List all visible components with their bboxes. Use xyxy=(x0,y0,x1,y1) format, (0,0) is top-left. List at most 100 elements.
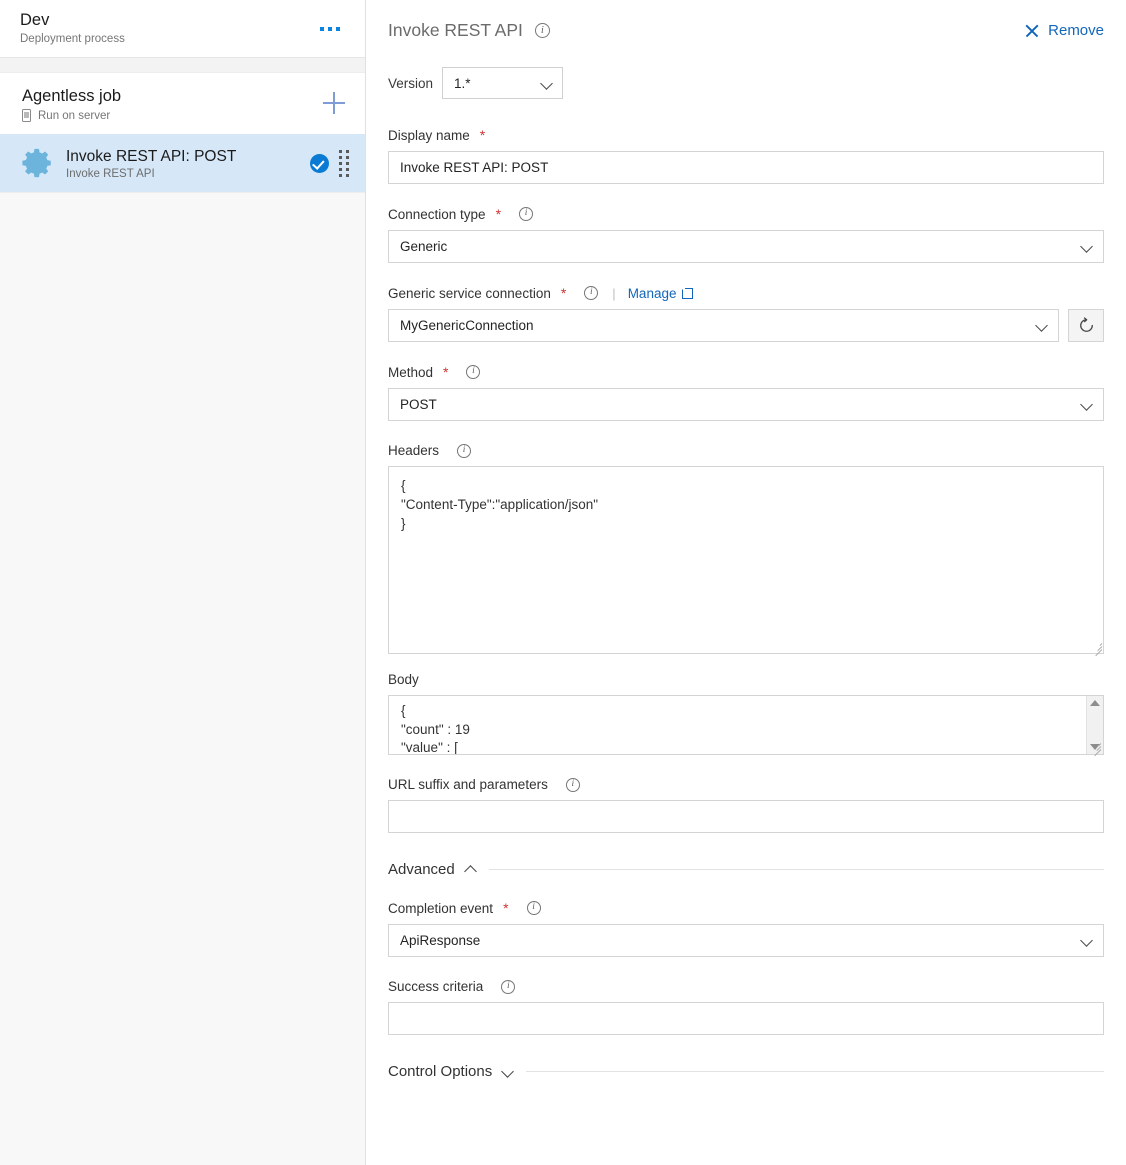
chevron-down-icon xyxy=(542,78,553,89)
body-scrollbar[interactable] xyxy=(1086,696,1103,754)
task-name: Invoke REST API: POST xyxy=(66,147,310,167)
body-textarea[interactable] xyxy=(389,696,1086,754)
task-form: Display name * Connection type * i Gener… xyxy=(366,99,1126,1080)
version-value: 1.* xyxy=(454,76,542,91)
plus-icon[interactable] xyxy=(321,90,347,116)
job-subtitle-row: Run on server xyxy=(22,109,321,122)
headers-label-row: Headers i xyxy=(388,443,1104,458)
manage-link[interactable]: Manage xyxy=(628,286,694,301)
advanced-section-header[interactable]: Advanced xyxy=(388,861,1104,878)
job-subtitle: Run on server xyxy=(38,110,110,122)
info-icon[interactable]: i xyxy=(501,980,515,994)
required-marker: * xyxy=(561,285,566,301)
info-icon[interactable]: i xyxy=(566,778,580,792)
sidebar-spacer xyxy=(0,58,365,72)
chevron-down-icon xyxy=(1082,399,1093,410)
info-icon[interactable]: i xyxy=(457,444,471,458)
required-marker: * xyxy=(443,364,448,380)
panel-header: Invoke REST API i Remove xyxy=(366,14,1126,41)
process-subtitle: Deployment process xyxy=(20,31,315,47)
gear-icon xyxy=(21,146,55,180)
body-label: Body xyxy=(388,672,419,687)
job-title: Agentless job xyxy=(22,86,321,106)
server-icon xyxy=(22,109,31,122)
headers-label: Headers xyxy=(388,443,439,458)
external-link-icon xyxy=(682,288,693,299)
info-icon[interactable]: i xyxy=(466,365,480,379)
close-icon xyxy=(1024,23,1039,38)
headers-textarea[interactable] xyxy=(388,466,1104,654)
agentless-job-card: Agentless job Run on server Invoke REST … xyxy=(0,72,365,193)
display-name-field: Display name * xyxy=(388,127,1104,184)
method-value: POST xyxy=(400,397,1082,412)
ellipsis-icon[interactable] xyxy=(315,17,345,41)
success-criteria-field: Success criteria i xyxy=(388,979,1104,1035)
refresh-button[interactable] xyxy=(1068,309,1104,342)
headers-textarea-wrap xyxy=(388,466,1104,654)
job-info: Agentless job Run on server xyxy=(22,86,321,122)
ellipsis-dot xyxy=(336,27,340,31)
required-marker: * xyxy=(503,900,508,916)
headers-field: Headers i xyxy=(388,443,1104,654)
url-suffix-label-row: URL suffix and parameters i xyxy=(388,777,1104,792)
section-divider xyxy=(489,869,1104,870)
required-marker: * xyxy=(496,206,501,222)
advanced-section-toggle[interactable]: Advanced xyxy=(388,861,478,878)
completion-event-select[interactable]: ApiResponse xyxy=(388,924,1104,957)
completion-event-label: Completion event xyxy=(388,901,493,916)
task-editor-page: Dev Deployment process Agentless job Run… xyxy=(0,0,1126,1165)
info-icon[interactable]: i xyxy=(519,207,533,221)
ellipsis-dot xyxy=(328,27,332,31)
connection-type-label-row: Connection type * i xyxy=(388,206,1104,222)
scroll-down-icon[interactable] xyxy=(1090,744,1100,750)
refresh-icon xyxy=(1078,317,1095,334)
deployment-process-header[interactable]: Dev Deployment process xyxy=(0,0,365,58)
chevron-down-icon xyxy=(1037,320,1048,331)
service-connection-select[interactable]: MyGenericConnection xyxy=(388,309,1059,342)
check-circle-icon xyxy=(310,154,329,173)
method-label-row: Method * i xyxy=(388,364,1104,380)
method-field: Method * i POST xyxy=(388,364,1104,421)
service-connection-label: Generic service connection xyxy=(388,286,551,301)
control-options-section-toggle[interactable]: Control Options xyxy=(388,1063,515,1080)
control-options-section-header[interactable]: Control Options xyxy=(388,1063,1104,1080)
connection-type-select[interactable]: Generic xyxy=(388,230,1104,263)
connection-type-field: Connection type * i Generic xyxy=(388,206,1104,263)
service-connection-label-row: Generic service connection * i | Manage xyxy=(388,285,1104,301)
page-title: Invoke REST API xyxy=(388,20,523,41)
chevron-down-icon xyxy=(1082,241,1093,252)
process-title: Dev xyxy=(20,11,315,30)
task-details-panel: Invoke REST API i Remove Version 1.* Dis… xyxy=(366,0,1126,1165)
scroll-up-icon[interactable] xyxy=(1090,700,1100,706)
control-options-section-label: Control Options xyxy=(388,1063,492,1080)
task-texts: Invoke REST API: POST Invoke REST API xyxy=(66,147,310,180)
url-suffix-field: URL suffix and parameters i xyxy=(388,777,1104,833)
connection-type-value: Generic xyxy=(400,239,1082,254)
success-criteria-label: Success criteria xyxy=(388,979,483,994)
display-name-label-row: Display name * xyxy=(388,127,1104,143)
info-icon[interactable]: i xyxy=(584,286,598,300)
drag-handle-icon[interactable] xyxy=(339,150,349,177)
agentless-job-row[interactable]: Agentless job Run on server xyxy=(0,73,365,134)
display-name-input[interactable] xyxy=(388,151,1104,184)
display-name-label: Display name xyxy=(388,128,470,143)
remove-button[interactable]: Remove xyxy=(1024,22,1108,39)
service-connection-row: MyGenericConnection xyxy=(388,309,1104,342)
advanced-section-label: Advanced xyxy=(388,861,455,878)
manage-label: Manage xyxy=(628,286,677,301)
required-marker: * xyxy=(480,127,485,143)
ellipsis-dot xyxy=(320,27,324,31)
info-icon[interactable]: i xyxy=(527,901,541,915)
success-criteria-input[interactable] xyxy=(388,1002,1104,1035)
sidebar-item-invoke-rest-api[interactable]: Invoke REST API: POST Invoke REST API xyxy=(0,134,365,192)
info-icon[interactable]: i xyxy=(535,23,550,38)
completion-event-label-row: Completion event * i xyxy=(388,900,1104,916)
method-label: Method xyxy=(388,365,433,380)
chevron-down-icon xyxy=(1082,935,1093,946)
url-suffix-input[interactable] xyxy=(388,800,1104,833)
service-connection-field: Generic service connection * i | Manage … xyxy=(388,285,1104,342)
method-select[interactable]: POST xyxy=(388,388,1104,421)
version-select[interactable]: 1.* xyxy=(442,67,563,99)
section-divider xyxy=(526,1071,1104,1072)
connection-type-label: Connection type xyxy=(388,207,486,222)
